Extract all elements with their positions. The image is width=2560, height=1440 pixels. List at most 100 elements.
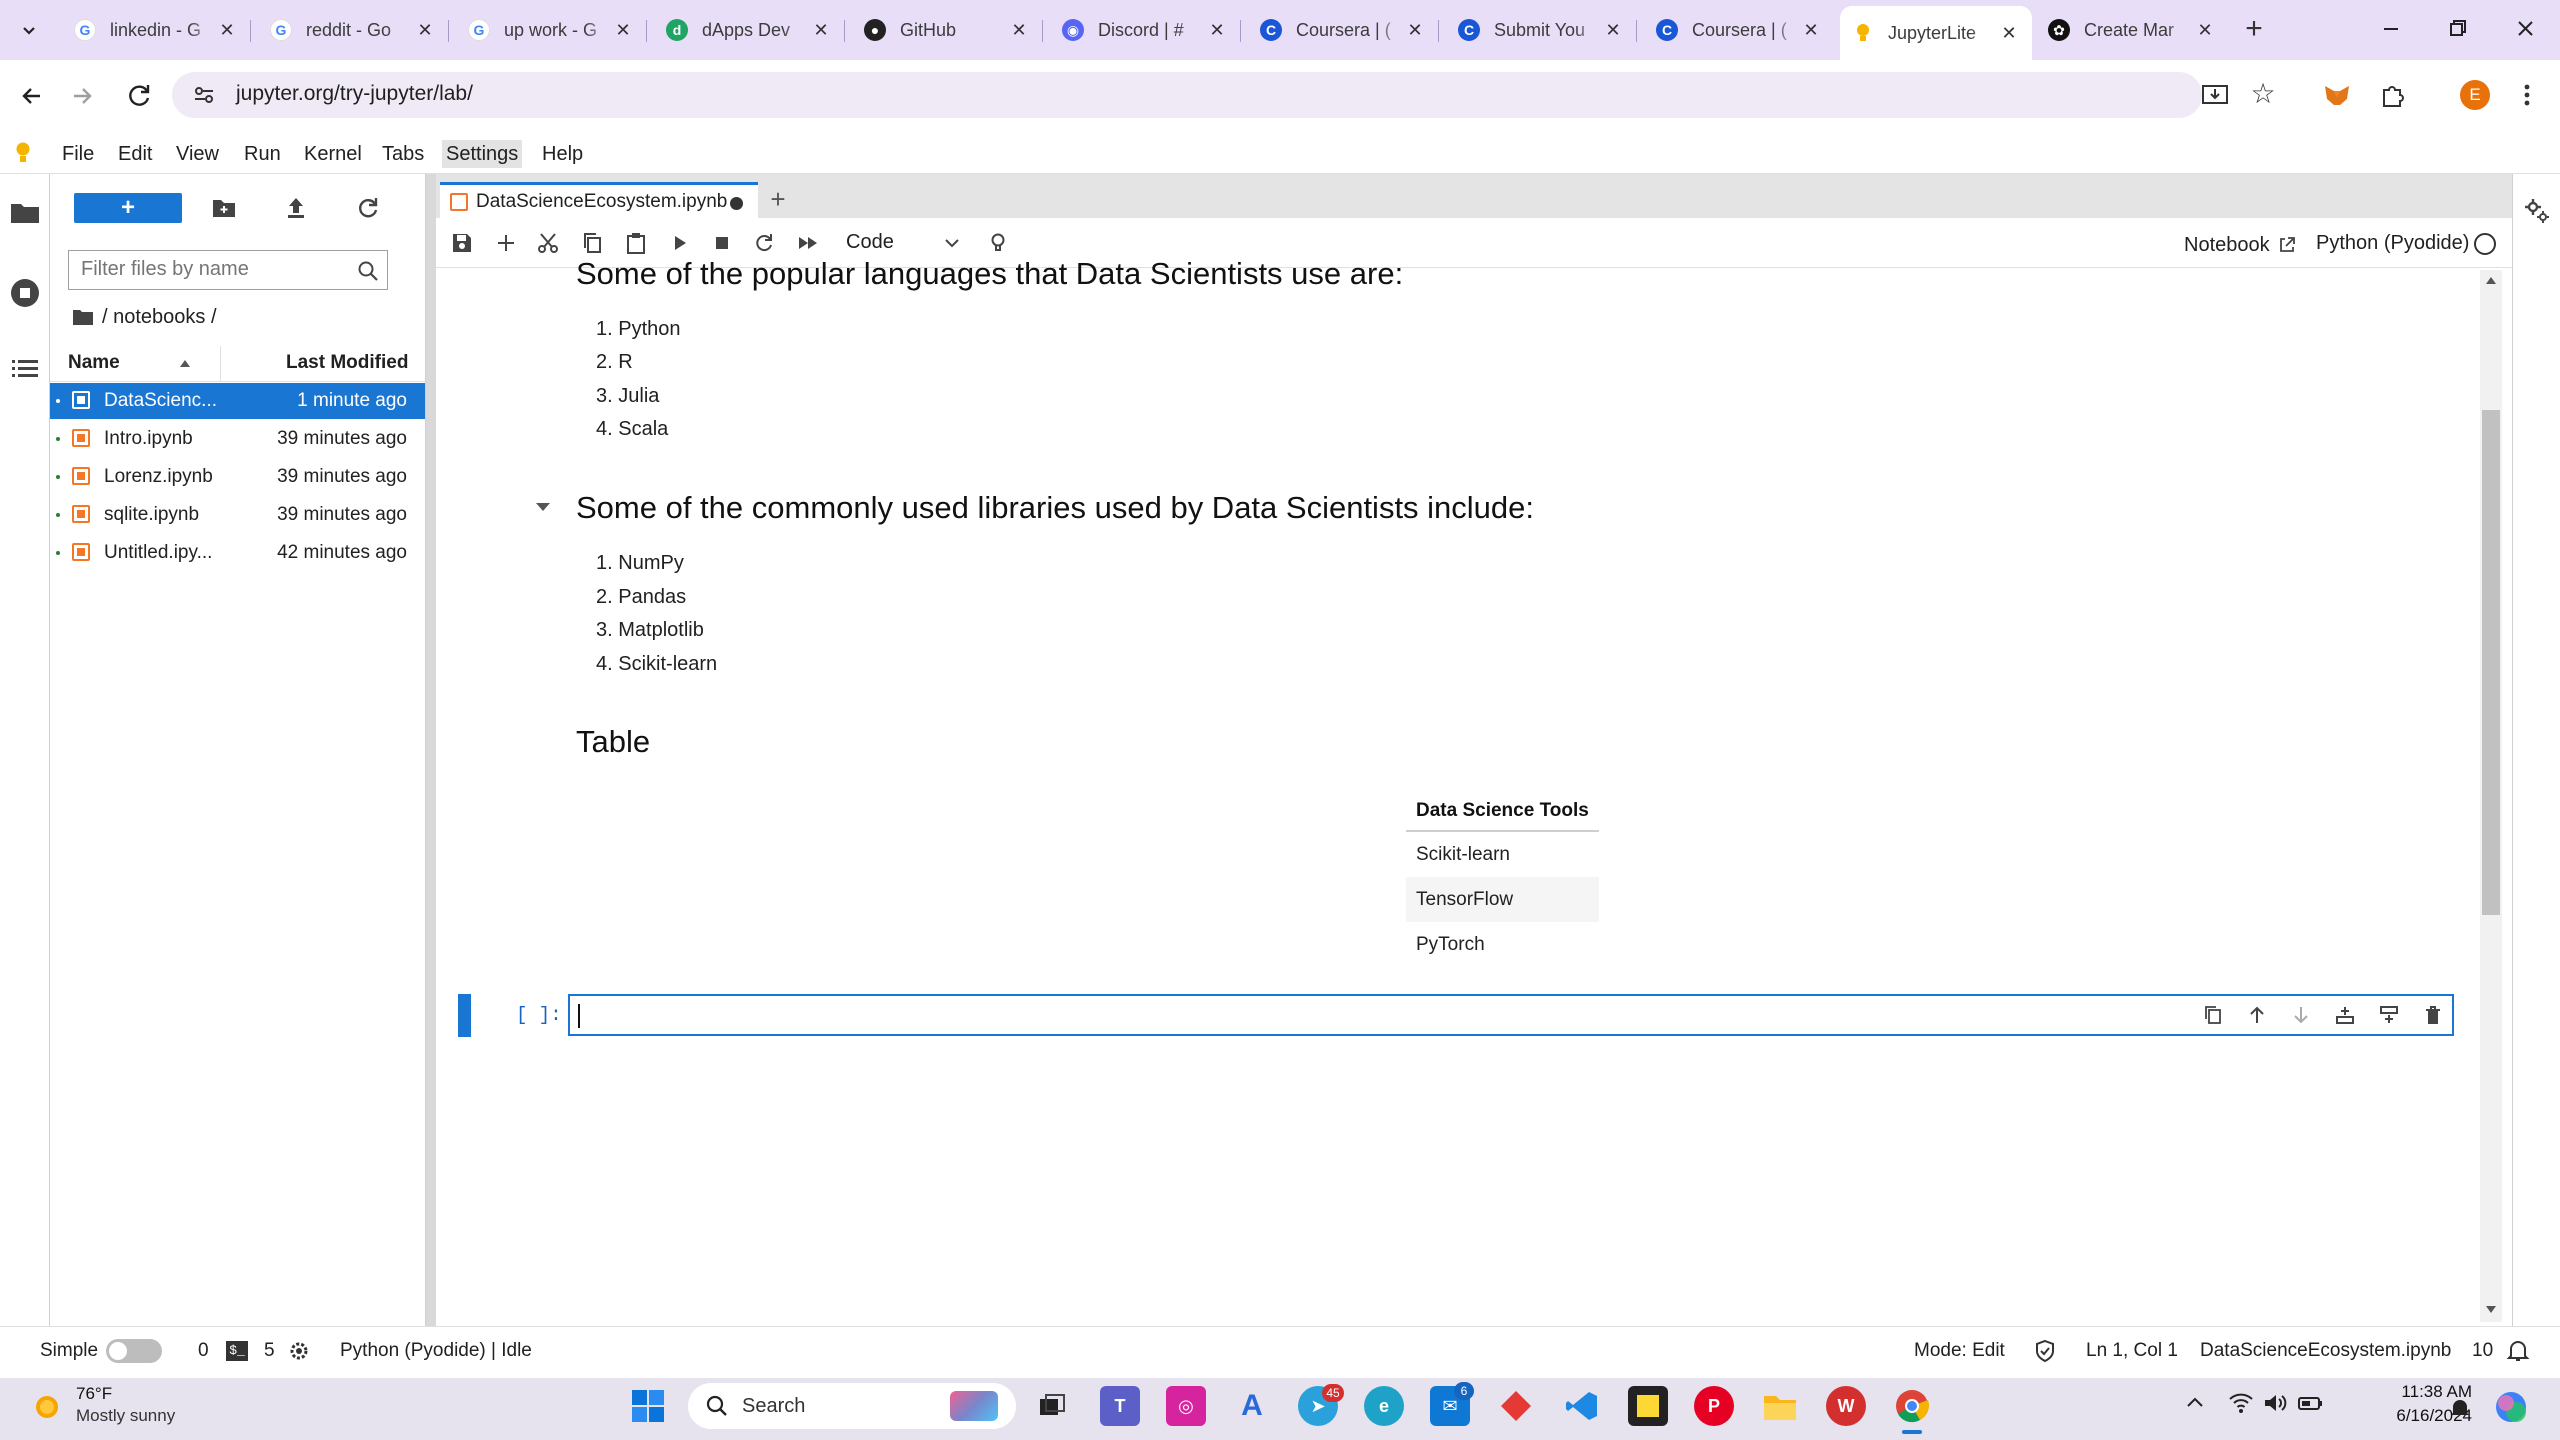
chrome-icon[interactable] [1892, 1386, 1932, 1426]
active-cell-marker[interactable] [458, 994, 471, 1037]
cell-type-select[interactable]: Code [840, 229, 968, 257]
browser-menu-icon[interactable] [2516, 80, 2538, 110]
scroll-down-arrow-icon[interactable] [2484, 1304, 2498, 1316]
simple-mode-toggle[interactable] [106, 1339, 162, 1363]
close-icon[interactable]: ✕ [1404, 19, 1426, 41]
instagram-icon[interactable]: ◎ [1166, 1386, 1206, 1426]
notebook-tab[interactable]: DataScienceEcosystem.ipynb [440, 182, 758, 218]
menu-tabs[interactable]: Tabs [378, 140, 428, 168]
close-icon[interactable]: ✕ [1998, 22, 2020, 44]
browser-tab-coursera-1[interactable]: C Coursera | (✕ [1248, 10, 1439, 50]
kernel-status-text[interactable]: Python (Pyodide) | Idle [340, 1340, 532, 1362]
restore-button[interactable] [2440, 14, 2474, 44]
diamond-app-icon[interactable] [1496, 1386, 1536, 1426]
browser-tab-jupyterlite[interactable]: JupyterLite ✕ [1840, 6, 2032, 60]
close-icon[interactable]: ✕ [1602, 19, 1624, 41]
close-icon[interactable]: ✕ [216, 19, 238, 41]
extensions-icon[interactable] [2378, 80, 2408, 110]
file-row[interactable]: Untitled.ipy... 42 minutes ago [50, 535, 425, 571]
scroll-up-arrow-icon[interactable] [2484, 274, 2498, 286]
column-modified-header[interactable]: Last Modified [286, 352, 408, 382]
site-settings-icon[interactable] [192, 83, 216, 107]
file-row[interactable]: sqlite.ipynb 39 minutes ago [50, 497, 425, 533]
property-inspector-icon[interactable] [2522, 196, 2552, 226]
weather-sun-icon[interactable] [28, 1388, 66, 1426]
stop-icon[interactable] [710, 231, 734, 255]
menu-file[interactable]: File [58, 140, 98, 168]
reload-button[interactable] [124, 80, 156, 112]
browser-tab-upwork[interactable]: Gup work - G ✕ [456, 10, 647, 50]
menu-run[interactable]: Run [240, 140, 285, 168]
close-window-button[interactable] [2508, 14, 2542, 44]
paste-icon[interactable] [624, 231, 648, 255]
profile-avatar[interactable]: E [2460, 80, 2490, 110]
copilot-icon[interactable] [2492, 1388, 2530, 1426]
kernel-count[interactable]: 5 [264, 1340, 275, 1362]
metamask-icon[interactable] [2322, 80, 2352, 110]
close-icon[interactable]: ✕ [414, 19, 436, 41]
menu-settings[interactable]: Settings [442, 140, 523, 168]
close-icon[interactable]: ✕ [2194, 19, 2216, 41]
code-cell-editor[interactable] [568, 994, 2454, 1036]
sort-ascending-icon[interactable] [178, 356, 192, 370]
insert-below-icon[interactable] [2378, 1004, 2400, 1026]
shield-icon[interactable] [2034, 1339, 2056, 1363]
bookmark-star-icon[interactable]: ☆ [2248, 79, 2278, 109]
move-down-icon[interactable] [2290, 1004, 2312, 1026]
kernel-name-button[interactable]: Python (Pyodide) [2316, 232, 2469, 255]
bell-icon[interactable] [2506, 1338, 2530, 1364]
delete-cell-icon[interactable] [2422, 1004, 2444, 1026]
close-icon[interactable]: ✕ [810, 19, 832, 41]
duplicate-cell-icon[interactable] [2202, 1004, 2224, 1026]
show-hidden-icons-chevron[interactable] [2184, 1392, 2206, 1414]
forward-button[interactable] [66, 80, 98, 112]
close-icon[interactable]: ✕ [612, 19, 634, 41]
teams-icon[interactable]: T [1100, 1386, 1140, 1426]
browser-tab-dapps[interactable]: d dApps Dev ✕ [654, 10, 845, 50]
running-kernels-icon[interactable] [8, 276, 42, 310]
new-tab-button[interactable]: + [2238, 14, 2270, 46]
menu-view[interactable]: View [172, 140, 223, 168]
collapse-heading-icon[interactable] [534, 500, 552, 514]
new-launcher-button[interactable]: + [74, 193, 182, 223]
column-name-header[interactable]: Name [68, 352, 120, 382]
table-of-contents-icon[interactable] [8, 354, 42, 384]
task-view-icon[interactable] [1032, 1386, 1072, 1426]
omnibox[interactable] [172, 72, 2202, 118]
new-tab-plus-button[interactable]: + [764, 186, 792, 214]
volume-icon[interactable] [2262, 1390, 2288, 1416]
run-icon[interactable] [668, 231, 692, 255]
tab-search-button[interactable] [14, 16, 44, 44]
upload-icon[interactable] [282, 194, 310, 222]
pinterest-icon[interactable]: P [1694, 1386, 1734, 1426]
restart-icon[interactable] [752, 231, 776, 255]
file-row[interactable]: Intro.ipynb 39 minutes ago [50, 421, 425, 457]
browser-tab-coursera-2[interactable]: C Coursera | (✕ [1644, 10, 1834, 50]
save-icon[interactable] [450, 231, 474, 255]
vscode-icon[interactable] [1562, 1386, 1602, 1426]
refresh-icon[interactable] [354, 194, 382, 222]
fast-forward-icon[interactable] [796, 231, 820, 255]
move-up-icon[interactable] [2246, 1004, 2268, 1026]
breadcrumb-path[interactable]: / notebooks / [102, 306, 217, 329]
url-text[interactable]: jupyter.org/try-jupyter/lab/ [236, 82, 473, 106]
open-in-notebook-link[interactable]: Notebook [2184, 232, 2296, 258]
app-store-icon[interactable]: A [1232, 1386, 1272, 1426]
file-row[interactable]: DataScienc... 1 minute ago [50, 383, 425, 419]
file-explorer-icon[interactable] [1760, 1386, 1800, 1426]
back-button[interactable] [16, 80, 48, 112]
sticky-notes-icon[interactable] [1628, 1386, 1668, 1426]
menu-help[interactable]: Help [538, 140, 587, 168]
close-icon[interactable]: ✕ [1206, 19, 1228, 41]
taskbar-search[interactable]: Search [688, 1383, 1016, 1429]
browser-tab-github[interactable]: ● GitHub ✕ [852, 10, 1043, 50]
terminal-count[interactable]: 0 [198, 1340, 209, 1362]
copy-icon[interactable] [580, 231, 604, 255]
debugger-icon[interactable] [986, 231, 1010, 255]
unsaved-dot-icon[interactable] [730, 197, 743, 210]
edge-icon[interactable]: e [1364, 1386, 1404, 1426]
browser-tab-linkedin[interactable]: Glinkedin - G ✕ [62, 10, 251, 50]
panel-splitter[interactable] [426, 174, 436, 1326]
breadcrumb[interactable]: / notebooks / [72, 304, 217, 330]
file-browser-folder-icon[interactable] [8, 198, 42, 226]
